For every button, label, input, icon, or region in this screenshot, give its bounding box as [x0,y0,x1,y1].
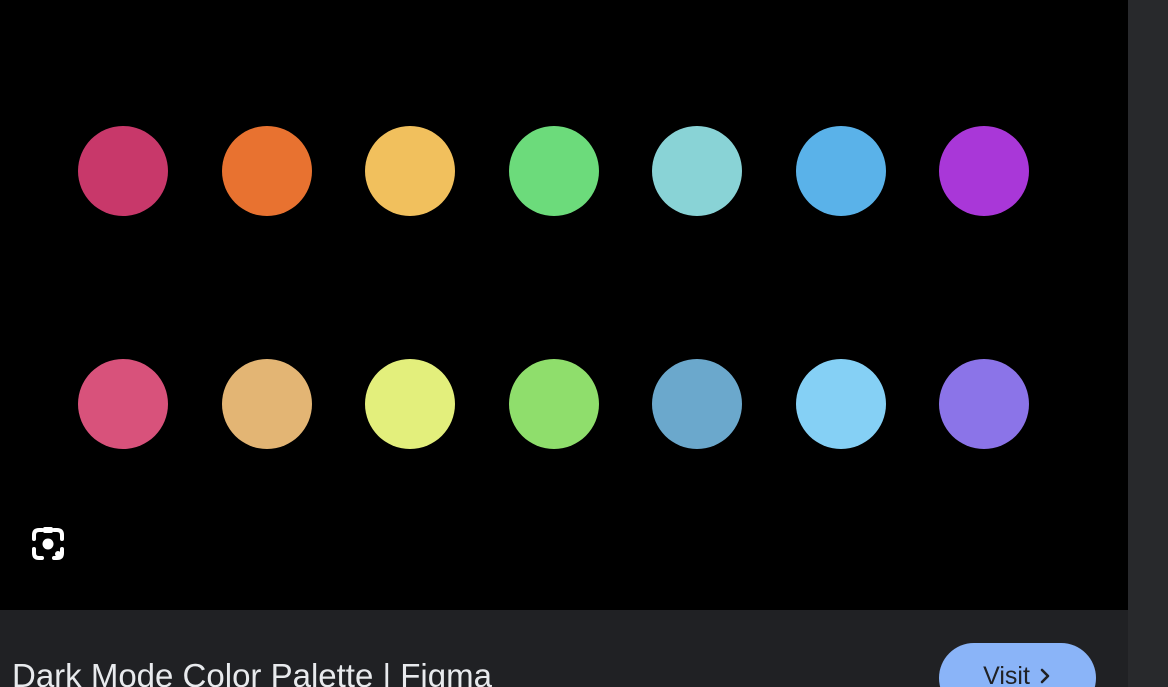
preview-image[interactable] [0,0,1128,610]
color-swatch [939,126,1029,216]
visit-label: Visit [983,662,1030,687]
color-swatch [939,359,1029,449]
color-swatch [652,126,742,216]
scrollbar-track[interactable] [1128,0,1168,687]
color-swatch [222,359,312,449]
result-title[interactable]: Dark Mode Color Palette | Figma [12,656,492,687]
color-swatch [509,359,599,449]
visit-button[interactable]: Visit [939,643,1096,687]
result-footer: Dark Mode Color Palette | Figma Visit [0,610,1128,687]
color-swatch [222,126,312,216]
image-preview-panel: Dark Mode Color Palette | Figma Visit [0,0,1128,687]
color-swatch [365,126,455,216]
color-swatch [78,359,168,449]
chevron-right-icon [1040,668,1050,684]
color-swatch [509,126,599,216]
google-lens-icon [32,527,64,560]
color-swatch [796,359,886,449]
color-swatch [78,126,168,216]
lens-search-button[interactable] [24,521,72,567]
color-swatch [796,126,886,216]
color-swatch [365,359,455,449]
color-swatch [652,359,742,449]
